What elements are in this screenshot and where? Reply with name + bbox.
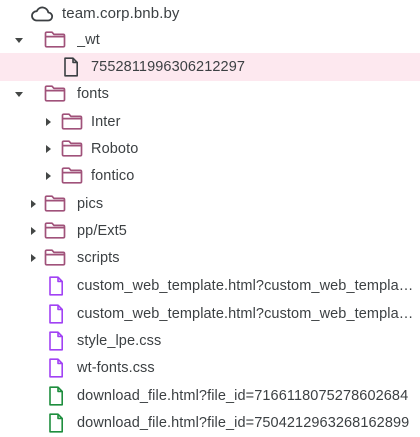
tree-item-folder-pics[interactable]: pics: [0, 190, 420, 218]
tree-item-folder-fonts[interactable]: fonts: [0, 80, 420, 108]
tree-item-file-css[interactable]: wt-fonts.css: [0, 354, 420, 382]
tree-item-label: scripts: [77, 249, 120, 266]
folder-icon: [61, 167, 83, 184]
tree-item-label: custom_web_template.html?custom_web_temp…: [77, 277, 415, 294]
tree-item-label: Inter: [91, 113, 121, 130]
tree-item-label: fontico: [91, 167, 135, 184]
tree-item-folder-wt[interactable]: _wt: [0, 26, 420, 54]
file-icon: [48, 358, 64, 378]
tree-item-file-html[interactable]: custom_web_template.html?custom_web_temp…: [0, 300, 420, 328]
tree-root[interactable]: team.corp.bnb.by: [0, 0, 420, 28]
folder-icon: [44, 85, 66, 102]
tree-item-label: wt-fonts.css: [77, 359, 155, 376]
tree-item-label: pp/Ext5: [77, 222, 127, 239]
tree-item-file-download[interactable]: download_file.html?file_id=7166118075278…: [0, 382, 420, 410]
file-icon: [48, 276, 64, 296]
file-icon: [63, 57, 79, 77]
folder-icon: [44, 195, 66, 212]
tree-item-folder-inter[interactable]: Inter: [0, 108, 420, 136]
tree-item-file-download[interactable]: download_file.html?file_id=7504212963268…: [0, 409, 420, 437]
caret-right-icon[interactable]: [27, 225, 39, 237]
folder-icon: [44, 222, 66, 239]
file-icon: [48, 304, 64, 324]
folder-icon: [61, 113, 83, 130]
tree-item-folder-pp-ext5[interactable]: pp/Ext5: [0, 217, 420, 245]
folder-icon: [44, 249, 66, 266]
caret-right-icon[interactable]: [27, 198, 39, 210]
caret-right-icon[interactable]: [42, 143, 54, 155]
file-tree: team.corp.bnb.by _wt 7552811996306212297…: [0, 0, 420, 433]
tree-item-file-selected[interactable]: 7552811996306212297: [0, 53, 420, 81]
cloud-icon: [30, 5, 54, 23]
tree-item-file-html[interactable]: custom_web_template.html?custom_web_temp…: [0, 272, 420, 300]
folder-icon: [61, 140, 83, 157]
caret-down-icon[interactable]: [13, 34, 25, 46]
tree-item-folder-scripts[interactable]: scripts: [0, 244, 420, 272]
tree-item-label: _wt: [77, 31, 100, 48]
file-icon: [48, 331, 64, 351]
caret-right-icon[interactable]: [27, 252, 39, 264]
tree-item-label: Roboto: [91, 140, 139, 157]
tree-item-folder-roboto[interactable]: Roboto: [0, 135, 420, 163]
tree-item-label: 7552811996306212297: [91, 59, 246, 75]
tree-item-label: download_file.html?file_id=7166118075278…: [77, 387, 409, 404]
folder-icon: [44, 31, 66, 48]
caret-right-icon[interactable]: [42, 170, 54, 182]
tree-item-label: fonts: [77, 85, 109, 102]
caret-right-icon[interactable]: [42, 116, 54, 128]
tree-item-folder-fontico[interactable]: fontico: [0, 162, 420, 190]
tree-item-label: custom_web_template.html?custom_web_temp…: [77, 305, 415, 322]
file-icon: [48, 386, 64, 406]
caret-down-icon[interactable]: [13, 88, 25, 100]
tree-item-file-css[interactable]: style_lpe.css: [0, 327, 420, 355]
file-icon: [48, 413, 64, 433]
root-label: team.corp.bnb.by: [62, 5, 180, 23]
tree-item-label: pics: [77, 195, 104, 212]
tree-item-label: style_lpe.css: [77, 332, 162, 349]
tree-item-label: download_file.html?file_id=7504212963268…: [77, 414, 410, 431]
